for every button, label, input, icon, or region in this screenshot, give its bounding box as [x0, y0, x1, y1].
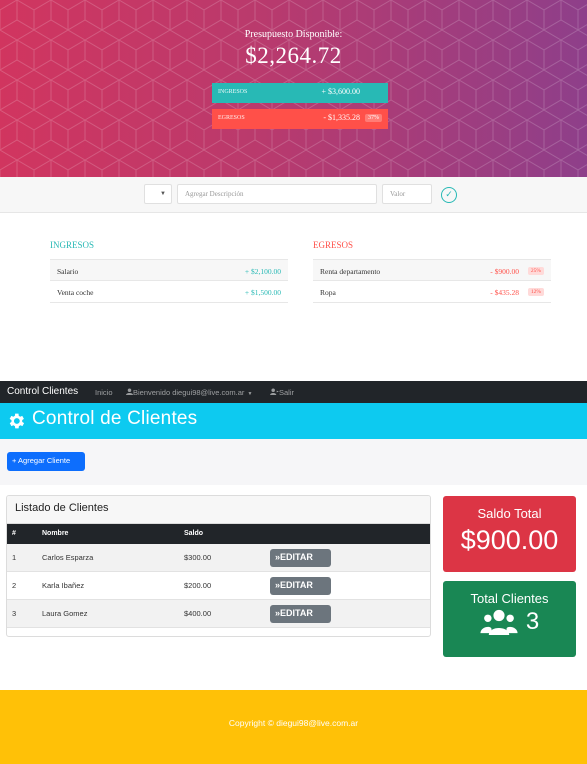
nav-user-dropdown[interactable]: Bienvenido diegui98@live.com.ar ▼: [126, 388, 252, 397]
footer: Copyright © diegui98@live.com.ar: [0, 690, 587, 764]
edit-button[interactable]: »EDITAR: [270, 549, 331, 567]
row-number: 3: [12, 609, 17, 618]
table-row: 1 Carlos Esparza $300.00 »EDITAR: [7, 544, 430, 572]
add-client-button[interactable]: + Agregar Cliente: [7, 452, 85, 471]
list-item: Salario + $2,100.00: [50, 259, 288, 281]
total-balance-title: Saldo Total: [477, 506, 542, 521]
budget-title: Presupuesto Disponible:: [244, 29, 343, 40]
page-header: Control de Clientes: [0, 403, 587, 439]
value-input[interactable]: Valor: [382, 184, 432, 204]
navbar: Control Clientes Inicio Bienvenido diegu…: [0, 381, 587, 403]
user-logout-icon: [270, 388, 279, 395]
total-clients-value: 3: [525, 608, 540, 635]
caret-down-icon: ▼: [160, 191, 166, 197]
caret-down-icon: ▼: [247, 391, 253, 397]
list-item: Venta coche + $1,500.00: [50, 281, 288, 303]
row-name: Karla Ibañez: [42, 581, 85, 590]
nav-logout-label: Salir: [279, 388, 295, 397]
expense-value: - $1,335.28: [323, 113, 360, 122]
gear-icon: [9, 413, 25, 429]
total-balance-card: Saldo Total $900.00: [443, 496, 576, 572]
expense-label: EGRESOS: [218, 115, 245, 121]
nav-logout-link[interactable]: Salir: [270, 388, 294, 397]
list-item: Ropa - $435.28 12%: [313, 281, 551, 303]
check-icon[interactable]: ✓: [441, 187, 457, 203]
edit-button[interactable]: »EDITAR: [270, 605, 331, 623]
table-row: 2 Karla Ibañez $200.00 »EDITAR: [7, 572, 430, 600]
table-header: # Nombre Saldo: [7, 524, 430, 544]
description-input[interactable]: Agregar Descripción: [177, 184, 377, 204]
expense-list: EGRESOS Renta departamento - $900.00 25%…: [313, 240, 551, 303]
navbar-brand[interactable]: Control Clientes: [7, 386, 78, 397]
budget-hero: Presupuesto Disponible: $2,264.72 INGRES…: [0, 0, 587, 177]
income-label: INGRESOS: [218, 89, 248, 95]
row-balance: $400.00: [184, 609, 212, 618]
row-balance: $200.00: [184, 581, 212, 590]
list-item: Renta departamento - $900.00 25%: [313, 259, 551, 281]
expense-list-title: EGRESOS: [313, 240, 354, 250]
budget-expense-row: EGRESOS - $1,335.28 37%: [212, 109, 388, 129]
income-list-title: INGRESOS: [50, 240, 95, 250]
expense-percent-badge: 37%: [365, 114, 382, 122]
income-list: INGRESOS Salario + $2,100.00 Venta coche…: [50, 240, 288, 303]
item-amount: - $900.00: [490, 267, 519, 276]
item-amount: + $1,500.00: [244, 288, 281, 297]
row-number: 2: [12, 581, 17, 590]
total-balance-value: $900.00: [460, 525, 559, 555]
clients-card: Listado de Clientes # Nombre Saldo 1 Car…: [6, 495, 431, 637]
budget-income-row: INGRESOS + $3,600.00: [212, 83, 388, 103]
add-entry-bar: ▼ Agregar Descripción Valor: [0, 177, 587, 213]
income-value: + $3,600.00: [321, 87, 360, 96]
item-percent-badge: 25%: [527, 267, 544, 275]
item-amount: - $435.28: [490, 288, 519, 297]
row-number: 1: [12, 553, 17, 562]
column-balance: Saldo: [184, 530, 204, 537]
total-clients-row: 3: [443, 608, 576, 636]
table-row: 3 Laura Gomez $400.00 »EDITAR: [7, 600, 430, 628]
item-percent-badge: 12%: [527, 288, 544, 296]
column-name: Nombre: [42, 530, 69, 537]
total-clients-card: Total Clientes 3: [443, 581, 576, 657]
nav-home-link[interactable]: Inicio: [95, 388, 113, 397]
type-select[interactable]: ▼: [144, 184, 172, 204]
users-icon: [480, 609, 518, 635]
row-name: Carlos Esparza: [42, 553, 94, 562]
edit-button[interactable]: »EDITAR: [270, 577, 331, 595]
total-clients-title: Total Clientes: [470, 591, 549, 606]
clients-card-title: Listado de Clientes: [7, 496, 430, 524]
item-description: Venta coche: [57, 288, 94, 297]
row-name: Laura Gomez: [42, 609, 88, 618]
column-number: #: [12, 530, 16, 537]
nav-user-label: Bienvenido diegui98@live.com.ar: [133, 388, 245, 397]
budget-value: $2,264.72: [245, 43, 342, 68]
item-description: Renta departamento: [320, 267, 381, 276]
user-icon: [126, 388, 133, 395]
item-description: Ropa: [320, 288, 336, 297]
row-balance: $300.00: [184, 553, 212, 562]
footer-copyright: Copyright © diegui98@live.com.ar: [228, 718, 359, 728]
page-title: Control de Clientes: [32, 408, 198, 429]
item-description: Salario: [57, 267, 79, 276]
actions-bar: + Agregar Cliente: [0, 439, 587, 485]
item-amount: + $2,100.00: [244, 267, 281, 276]
